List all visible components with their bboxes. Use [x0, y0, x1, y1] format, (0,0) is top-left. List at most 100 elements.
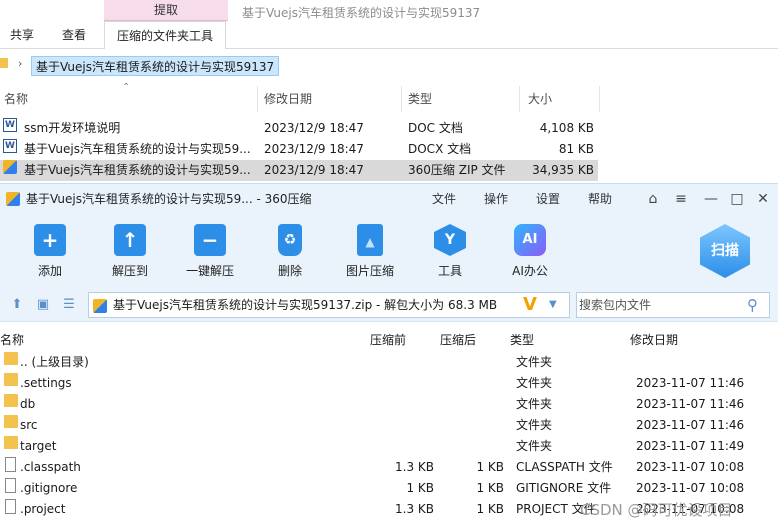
column-modified[interactable]: 修改日期: [260, 86, 402, 112]
close-icon[interactable]: ✕: [754, 190, 772, 208]
shirt-skin-icon[interactable]: ⌂: [644, 190, 662, 208]
ai-office-button[interactable]: AI办公: [494, 220, 566, 282]
up-arrow-icon[interactable]: ⬆: [10, 298, 24, 312]
table-row[interactable]: target 文件夹 2023-11-07 11:49: [0, 436, 778, 457]
delete-button[interactable]: 删除: [254, 220, 326, 282]
search-input[interactable]: [579, 295, 739, 315]
address-bar[interactable]: › 基于Vuejs汽车租赁系统的设计与实现59137: [0, 55, 778, 77]
word-doc-icon: W: [3, 139, 17, 153]
archive-path: 基于Vuejs汽车租赁系统的设计与实现59137.zip - 解包大小为 68.…: [113, 298, 498, 312]
entry-type: 文件夹: [516, 355, 553, 369]
image-compress-button[interactable]: 图片压缩: [334, 220, 406, 282]
file-size: 81 KB: [558, 142, 594, 156]
menu-help[interactable]: 帮助: [588, 184, 612, 214]
menu-file[interactable]: 文件: [432, 184, 456, 214]
table-row[interactable]: .. (上级目录) 文件夹: [0, 352, 778, 373]
add-button[interactable]: 添加: [14, 220, 86, 282]
entry-name: .settings: [20, 376, 72, 390]
file-name: 基于Vuejs汽车租赁系统的设计与实现59...: [24, 142, 251, 156]
tab-view[interactable]: 查看: [62, 21, 86, 49]
tab-share[interactable]: 共享: [10, 21, 34, 49]
archive-path-box[interactable]: 基于Vuejs汽车租赁系统的设计与实现59137.zip - 解包大小为 68.…: [88, 292, 570, 318]
maximize-icon[interactable]: □: [728, 190, 746, 208]
one-click-extract-icon: [194, 224, 226, 256]
thumbnail-view-icon[interactable]: ▣: [36, 298, 50, 312]
file-icon: [5, 457, 16, 472]
search-icon[interactable]: ⚲: [747, 297, 763, 313]
zip-archive-icon: [3, 160, 17, 174]
list-item[interactable]: W ssm开发环境说明 2023/12/9 18:47 DOC 文档 4,108…: [0, 118, 598, 139]
column-name[interactable]: 名称: [0, 329, 24, 351]
tab-compressed-folder-tools[interactable]: 压缩的文件夹工具: [104, 21, 227, 49]
zip-column-header: 名称 压缩前 压缩后 类型 修改日期: [0, 329, 778, 351]
column-type[interactable]: 类型: [404, 86, 520, 112]
ribbon-context-tab-extract[interactable]: 提取: [104, 0, 228, 21]
column-modified[interactable]: 修改日期: [630, 329, 678, 351]
entry-date: 2023-11-07 11:46: [636, 418, 745, 432]
list-view-icon[interactable]: ☰: [62, 298, 76, 312]
entry-type: 文件夹: [516, 439, 553, 453]
file-date: 2023/12/9 18:47: [264, 142, 364, 156]
file-size: 4,108 KB: [539, 121, 594, 135]
address-path[interactable]: 基于Vuejs汽车租赁系统的设计与实现59137: [31, 56, 280, 76]
column-before-size[interactable]: 压缩前: [370, 329, 406, 351]
zip-window-title: 基于Vuejs汽车租赁系统的设计与实现59... - 360压缩: [26, 192, 312, 206]
entry-after-size: 1 KB: [476, 460, 504, 474]
file-name: ssm开发环境说明: [24, 121, 121, 135]
table-row[interactable]: .settings 文件夹 2023-11-07 11:46: [0, 373, 778, 394]
entry-after-size: 1 KB: [476, 481, 504, 495]
entry-before-size: 1 KB: [406, 481, 434, 495]
entry-after-size: 1 KB: [476, 502, 504, 516]
add-label: 添加: [37, 264, 62, 278]
column-name[interactable]: 名称: [0, 86, 258, 112]
entry-name: .project: [20, 502, 66, 516]
v-logo-icon[interactable]: V: [523, 293, 537, 317]
image-compress-label: 图片压缩: [345, 264, 394, 278]
entry-date: 2023-11-07 10:08: [636, 481, 745, 495]
menu-operate[interactable]: 操作: [484, 184, 508, 214]
delete-label: 删除: [277, 264, 302, 278]
column-after-size[interactable]: 压缩后: [440, 329, 476, 351]
ribbon-tabs: 共享 查看 压缩的文件夹工具: [0, 21, 778, 49]
entry-type: CLASSPATH 文件: [516, 460, 613, 474]
folder-icon: [4, 373, 18, 386]
chevron-right-icon[interactable]: ›: [18, 57, 22, 70]
extract-to-label: 解压到: [111, 264, 148, 278]
table-row[interactable]: .classpath 1.3 KB 1 KB CLASSPATH 文件 2023-11-…: [0, 457, 778, 478]
menu-settings[interactable]: 设置: [536, 184, 560, 214]
dropdown-arrow-icon[interactable]: ▼: [549, 293, 557, 317]
tools-label: 工具: [437, 264, 462, 278]
extract-to-button[interactable]: 解压到: [94, 220, 166, 282]
one-click-extract-button[interactable]: 一键解压: [174, 220, 246, 282]
list-item[interactable]: W 基于Vuejs汽车租赁系统的设计与实现59... 2023/12/9 18:…: [0, 139, 598, 160]
entry-date: 2023-11-07 11:49: [636, 439, 745, 453]
table-row[interactable]: db 文件夹 2023-11-07 11:46: [0, 394, 778, 415]
entry-name: .gitignore: [20, 481, 78, 495]
table-row[interactable]: .gitignore 1 KB 1 KB GITIGNORE 文件 2023-11-07…: [0, 478, 778, 499]
column-type[interactable]: 类型: [510, 329, 534, 351]
tools-icon: [434, 224, 466, 256]
column-size[interactable]: 大小: [524, 86, 600, 112]
entry-date: 2023-11-07 10:08: [636, 460, 745, 474]
entry-date: 2023-11-07 11:46: [636, 397, 745, 411]
zip-archive-icon: [93, 299, 107, 313]
folder-icon: [4, 415, 18, 428]
tools-button[interactable]: 工具: [414, 220, 486, 282]
folder-icon: [4, 352, 18, 365]
zip-titlebar: 基于Vuejs汽车租赁系统的设计与实现59... - 360压缩 文件 操作 设…: [0, 184, 778, 214]
list-item-selected[interactable]: 基于Vuejs汽车租赁系统的设计与实现59... 2023/12/9 18:47…: [0, 160, 598, 181]
minimize-icon[interactable]: —: [702, 190, 720, 208]
extract-icon: [114, 224, 146, 256]
entry-name: .. (上级目录): [20, 355, 89, 369]
ai-office-label: AI办公: [512, 264, 548, 278]
ai-icon: [514, 224, 546, 256]
file-size: 34,935 KB: [532, 163, 594, 177]
explorer-column-header: ⌃ 名称 修改日期 类型 大小: [0, 82, 600, 112]
file-type: 360压缩 ZIP 文件: [408, 163, 506, 177]
zip-app-icon: [6, 192, 20, 206]
table-row[interactable]: src 文件夹 2023-11-07 11:46: [0, 415, 778, 436]
menu-icon[interactable]: ≡: [672, 190, 690, 208]
folder-icon: [0, 58, 8, 68]
entry-before-size: 1.3 KB: [395, 502, 434, 516]
trash-icon: [278, 224, 302, 256]
